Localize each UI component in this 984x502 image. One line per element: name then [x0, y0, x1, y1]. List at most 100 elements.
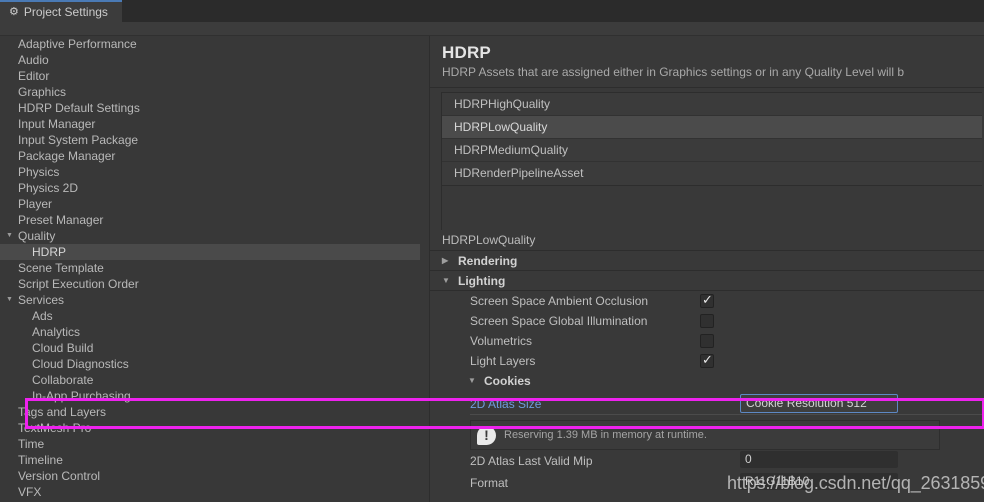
- foldout-lighting-label: Lighting: [458, 274, 506, 288]
- sidebar-item-label: Editor: [18, 69, 50, 83]
- asset-list-item-label: HDRPLowQuality: [454, 120, 548, 134]
- watermark-url: https://blog.csdn.net/qq_26318597: [727, 473, 984, 493]
- sidebar-item-label: TextMesh Pro: [18, 421, 92, 435]
- sidebar-item-label: Physics 2D: [18, 181, 79, 195]
- sidebar-item-label: VFX: [18, 485, 42, 499]
- asset-list-item-label: HDRenderPipelineAsset: [454, 166, 584, 180]
- sidebar-gutter: [420, 36, 429, 502]
- sidebar-item-label: Input Manager: [18, 117, 96, 131]
- lighting-property-label: Light Layers: [470, 354, 536, 368]
- check-icon: ✓: [702, 352, 713, 367]
- lighting-property-label: Screen Space Global Illumination: [470, 314, 648, 328]
- asset-list-item[interactable]: HDRPMediumQuality: [442, 139, 982, 162]
- sidebar-item-label: Tags and Layers: [18, 405, 107, 419]
- sidebar-item-script-execution-order[interactable]: Script Execution Order: [0, 276, 420, 292]
- lighting-properties: Screen Space Ambient Occlusion ✓ Screen Sp…: [430, 291, 984, 371]
- sidebar-item-analytics[interactable]: Analytics: [0, 324, 420, 340]
- chevron-down-icon[interactable]: ▼: [6, 292, 13, 308]
- sidebar-item-label: Adaptive Performance: [18, 37, 137, 51]
- checkbox-unchecked[interactable]: [700, 334, 714, 348]
- asset-list-item[interactable]: HDRPLowQuality: [442, 116, 982, 139]
- foldout-cookies-label: Cookies: [484, 374, 531, 388]
- lighting-property-row[interactable]: Screen Space Global Illumination: [430, 311, 984, 331]
- hdrp-asset-list[interactable]: HDRPHighQuality HDRPLowQuality HDRPMediumQ…: [441, 92, 982, 186]
- tab-project-settings[interactable]: ⚙ Project Settings: [0, 0, 122, 22]
- settings-sidebar[interactable]: Adaptive Performance Audio Editor Graphics H…: [0, 36, 420, 502]
- sidebar-item-player[interactable]: Player: [0, 196, 420, 212]
- lighting-property-row[interactable]: Light Layers ✓: [430, 351, 984, 371]
- sidebar-item-hdrp[interactable]: HDRP: [0, 244, 420, 260]
- sidebar-item-input-manager[interactable]: Input Manager: [0, 116, 420, 132]
- sidebar-item-label: Package Manager: [18, 149, 116, 163]
- warning-icon: !: [477, 425, 496, 445]
- sidebar-item-label: HDRP Default Settings: [18, 101, 140, 115]
- sidebar-item-label: HDRP: [32, 245, 67, 259]
- foldout-rendering-label: Rendering: [458, 254, 518, 268]
- format-label: Format: [470, 476, 509, 490]
- chevron-down-icon[interactable]: ▼: [6, 228, 13, 244]
- sidebar-item-label: Quality: [18, 229, 56, 243]
- sidebar-item-hdrp-default-settings[interactable]: HDRP Default Settings: [0, 100, 420, 116]
- sidebar-item-label: Preset Manager: [18, 213, 104, 227]
- sidebar-item-physics-2d[interactable]: Physics 2D: [0, 180, 420, 196]
- row-2d-atlas-last-valid-mip[interactable]: 2D Atlas Last Valid Mip 0: [430, 450, 984, 472]
- page-subtitle: HDRP Assets that are assigned either in …: [442, 65, 904, 79]
- sidebar-item-vfx[interactable]: VFX: [0, 484, 420, 500]
- lighting-property-row[interactable]: Volumetrics: [430, 331, 984, 351]
- sidebar-item-quality[interactable]: ▼ Quality: [0, 228, 420, 244]
- chevron-down-icon: ▼: [468, 376, 476, 385]
- row-underline: [470, 414, 984, 415]
- asset-list-empty-area: [441, 186, 982, 230]
- sidebar-item-label: Cloud Diagnostics: [32, 357, 129, 371]
- sidebar-item-textmesh-pro[interactable]: TextMesh Pro: [0, 420, 420, 436]
- sidebar-item-cloud-build[interactable]: Cloud Build: [0, 340, 420, 356]
- sidebar-item-graphics[interactable]: Graphics: [0, 84, 420, 100]
- sidebar-item-label: Scene Template: [18, 261, 104, 275]
- sidebar-item-label: Player: [18, 197, 53, 211]
- asset-list-item[interactable]: HDRPHighQuality: [442, 93, 982, 116]
- checkbox-unchecked[interactable]: [700, 314, 714, 328]
- sidebar-item-audio[interactable]: Audio: [0, 52, 420, 68]
- sidebar-item-services[interactable]: ▼ Services: [0, 292, 420, 308]
- sidebar-item-adaptive-performance[interactable]: Adaptive Performance: [0, 36, 420, 52]
- memory-helpbox-text: Reserving 1.39 MB in memory at runtime.: [504, 429, 707, 441]
- sidebar-item-time[interactable]: Time: [0, 436, 420, 452]
- sidebar-item-package-manager[interactable]: Package Manager: [0, 148, 420, 164]
- sidebar-item-version-control[interactable]: Version Control: [0, 468, 420, 484]
- hdrp-settings-panel: HDRP HDRP Assets that are assigned eithe…: [430, 36, 984, 502]
- sidebar-item-scene-template[interactable]: Scene Template: [0, 260, 420, 276]
- foldout-cookies[interactable]: ▼ Cookies: [430, 371, 984, 391]
- foldout-rendering[interactable]: ▶ Rendering: [430, 251, 984, 271]
- sidebar-item-cloud-diagnostics[interactable]: Cloud Diagnostics: [0, 356, 420, 372]
- 2d-atlas-size-dropdown[interactable]: Cookie Resolution 512: [740, 394, 898, 413]
- sidebar-item-label: Ads: [32, 309, 53, 323]
- sidebar-item-label: Input System Package: [18, 133, 139, 147]
- sidebar-item-label: Collaborate: [32, 373, 94, 387]
- row-2d-atlas-size[interactable]: 2D Atlas Size Cookie Resolution 512: [430, 391, 984, 416]
- asset-list-item-label: HDRPMediumQuality: [454, 143, 569, 157]
- gear-icon: ⚙: [9, 5, 19, 18]
- chevron-down-icon: ▼: [442, 276, 450, 285]
- checkbox-checked[interactable]: ✓: [700, 292, 714, 308]
- toolbar-strip: [0, 22, 984, 36]
- checkbox-checked[interactable]: ✓: [700, 352, 714, 368]
- sidebar-item-timeline[interactable]: Timeline: [0, 452, 420, 468]
- chevron-right-icon: ▶: [442, 256, 449, 265]
- tab-bar: ⚙ Project Settings: [0, 0, 984, 22]
- sidebar-item-editor[interactable]: Editor: [0, 68, 420, 84]
- panel-header: HDRP HDRP Assets that are assigned eithe…: [430, 36, 984, 88]
- asset-list-item[interactable]: HDRenderPipelineAsset: [442, 162, 982, 185]
- memory-helpbox: ! Reserving 1.39 MB in memory at runtime…: [470, 420, 940, 450]
- sidebar-item-tags-and-layers[interactable]: Tags and Layers: [0, 404, 420, 420]
- sidebar-item-preset-manager[interactable]: Preset Manager: [0, 212, 420, 228]
- foldout-lighting[interactable]: ▼ Lighting: [430, 271, 984, 291]
- sidebar-item-physics[interactable]: Physics: [0, 164, 420, 180]
- sidebar-item-ads[interactable]: Ads: [0, 308, 420, 324]
- 2d-atlas-last-valid-mip-field[interactable]: 0: [740, 451, 898, 468]
- lighting-property-row[interactable]: Screen Space Ambient Occlusion ✓: [430, 291, 984, 311]
- sidebar-item-label: Services: [18, 293, 65, 307]
- sidebar-item-in-app-purchasing[interactable]: In-App Purchasing: [0, 388, 420, 404]
- sidebar-item-input-system-package[interactable]: Input System Package: [0, 132, 420, 148]
- sidebar-item-label: Version Control: [18, 469, 101, 483]
- sidebar-item-collaborate[interactable]: Collaborate: [0, 372, 420, 388]
